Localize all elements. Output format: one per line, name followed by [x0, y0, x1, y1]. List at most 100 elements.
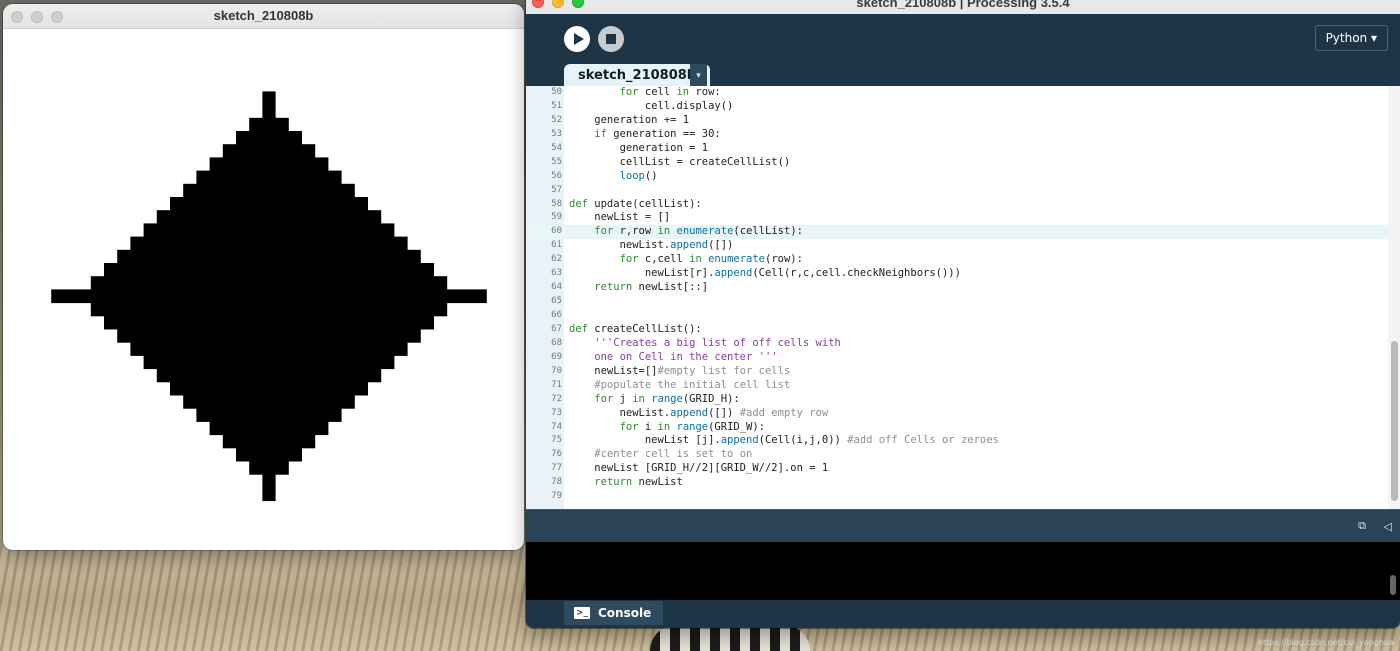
cell-row: [156, 368, 382, 383]
cell-row: [130, 236, 408, 251]
code-line[interactable]: 68 '''Creates a big list of off cells wi…: [526, 337, 1388, 351]
code-line[interactable]: 64 return newList[::]: [526, 281, 1388, 295]
cell-row: [209, 157, 329, 172]
code-line[interactable]: 59 newList = []: [526, 211, 1388, 225]
play-icon: [573, 33, 584, 45]
code-line[interactable]: 56 loop(): [526, 170, 1388, 184]
cell-row: [249, 461, 289, 475]
code-text: for r,row in enumerate(cellList):: [594, 225, 803, 238]
editor-scrollbar[interactable]: [1388, 86, 1400, 509]
copy-icon[interactable]: ⧉: [1358, 520, 1366, 533]
run-button[interactable]: [564, 26, 590, 52]
line-number: 65: [551, 296, 562, 307]
editor-scroll-thumb[interactable]: [1391, 341, 1398, 501]
sketch-window-title: sketch_210808b: [213, 8, 314, 23]
code-line[interactable]: 73 newList.append([]) #add empty row: [526, 407, 1388, 421]
code-line[interactable]: 50 for cell in row:: [526, 86, 1388, 100]
line-number: 74: [551, 421, 562, 432]
code-line[interactable]: 74 for i in range(GRID_W):: [526, 421, 1388, 435]
code-line[interactable]: 69 one on Cell in the center ''': [526, 351, 1388, 365]
cell-row: [130, 342, 408, 356]
tab-sketch[interactable]: sketch_210808b: [564, 64, 711, 86]
cell-row: [222, 434, 316, 449]
code-text: for c,cell in enumerate(row):: [619, 253, 803, 266]
line-number: 78: [551, 477, 562, 488]
code-text: newList [j].append(Cell(i,j,0)) #add off…: [569, 434, 999, 447]
line-number: 68: [551, 337, 562, 348]
code-line[interactable]: 57: [526, 184, 1388, 198]
code-text: def update(cellList):: [569, 197, 702, 210]
ide-titlebar[interactable]: sketch_210808b | Processing 3.5.4: [526, 0, 1400, 15]
cell-row: [143, 223, 395, 238]
cell-row: [236, 447, 302, 462]
line-number: 64: [551, 282, 562, 293]
code-text: newList = []: [569, 211, 671, 224]
code-line[interactable]: 51 cell.display(): [526, 100, 1388, 114]
code-text: newList=[]#empty list for cells: [569, 364, 791, 377]
collapse-icon[interactable]: ◁: [1384, 520, 1392, 533]
code-line[interactable]: 75 newList [j].append(Cell(i,j,0)) #add …: [526, 434, 1388, 448]
tab-menu-arrow-icon[interactable]: ▾: [690, 64, 707, 86]
line-number: 62: [551, 254, 562, 265]
cell-row: [262, 91, 276, 106]
line-number: 59: [551, 212, 562, 223]
code-line[interactable]: 58 def update(cellList):: [526, 198, 1388, 212]
line-number: 77: [551, 463, 562, 474]
line-number: 72: [551, 393, 562, 404]
code-text: '''Creates a big list of off cells with: [569, 336, 841, 349]
cell-row: [183, 395, 355, 409]
code-line[interactable]: 54 generation = 1: [526, 142, 1388, 156]
ide-window-title: sketch_210808b | Processing 3.5.4: [856, 0, 1070, 10]
code-editor[interactable]: 50 for cell in row: 51 cell.display() 52 g…: [526, 86, 1400, 509]
code-line[interactable]: 60 for r,row in enumerate(cellList):: [526, 225, 1388, 240]
code-line[interactable]: 71 #populate the initial cell list: [526, 379, 1388, 393]
code-line[interactable]: 67 def createCellList():: [526, 323, 1388, 337]
code-line[interactable]: 55 cellList = createCellList(): [526, 156, 1388, 170]
line-number: 52: [551, 114, 562, 125]
code-line[interactable]: 66: [526, 309, 1388, 323]
code-line[interactable]: 52 generation += 1: [526, 114, 1388, 128]
code-line[interactable]: 70 newList=[]#empty list for cells: [526, 365, 1388, 379]
cell-row: [156, 210, 382, 224]
code-lines[interactable]: 50 for cell in row: 51 cell.display() 52 g…: [526, 86, 1388, 504]
code-line[interactable]: 62 for c,cell in enumerate(row):: [526, 253, 1388, 267]
sketch-titlebar[interactable]: sketch_210808b: [3, 4, 524, 29]
code-text: cell.display(): [569, 99, 734, 112]
toolbar: Python ▾: [526, 14, 1400, 64]
cell-row: [90, 302, 448, 317]
code-line[interactable]: 76 #center cell is set to on: [526, 448, 1388, 462]
code-line[interactable]: 77 newList [GRID_H//2][GRID_W//2].on = 1: [526, 462, 1388, 476]
stop-button[interactable]: [598, 26, 624, 52]
code-line[interactable]: 78 return newList: [526, 476, 1388, 490]
cell-row: [222, 144, 316, 158]
cell-row: [196, 408, 342, 422]
code-line[interactable]: 61 newList.append([]): [526, 239, 1388, 253]
code-text: loop(): [619, 169, 658, 182]
line-number: 79: [551, 491, 562, 502]
console-scrollbar[interactable]: [1390, 575, 1396, 595]
line-number: 51: [551, 100, 562, 111]
code-text: return newList: [594, 476, 683, 489]
mode-selector[interactable]: Python ▾: [1314, 25, 1388, 51]
cell-row: [262, 104, 276, 119]
code-text: for j in range(GRID_H):: [594, 392, 740, 405]
code-line[interactable]: 53 if generation == 30:: [526, 128, 1388, 142]
line-number: 67: [551, 323, 562, 334]
cell-row: [117, 329, 421, 343]
line-number: 66: [551, 310, 562, 320]
cell-row: [117, 249, 421, 264]
line-number: 56: [551, 170, 562, 181]
code-line[interactable]: 79: [526, 490, 1388, 504]
console-divider[interactable]: ⧉ ◁: [526, 509, 1400, 543]
line-number: 71: [551, 379, 562, 390]
tab-bar: sketch_210808b ▾: [526, 64, 1400, 86]
console-tab[interactable]: >_ Console: [564, 601, 664, 625]
cell-row: [262, 487, 276, 502]
code-line[interactable]: 63 newList[r].append(Cell(r,c,cell.check…: [526, 267, 1388, 281]
code-line[interactable]: 65: [526, 295, 1388, 309]
sketch-canvas[interactable]: [3, 29, 524, 550]
cellular-automaton-diamond: [51, 91, 487, 502]
code-line[interactable]: 72 for j in range(GRID_H):: [526, 393, 1388, 407]
line-number: 57: [551, 184, 562, 195]
console-output[interactable]: [526, 542, 1400, 600]
